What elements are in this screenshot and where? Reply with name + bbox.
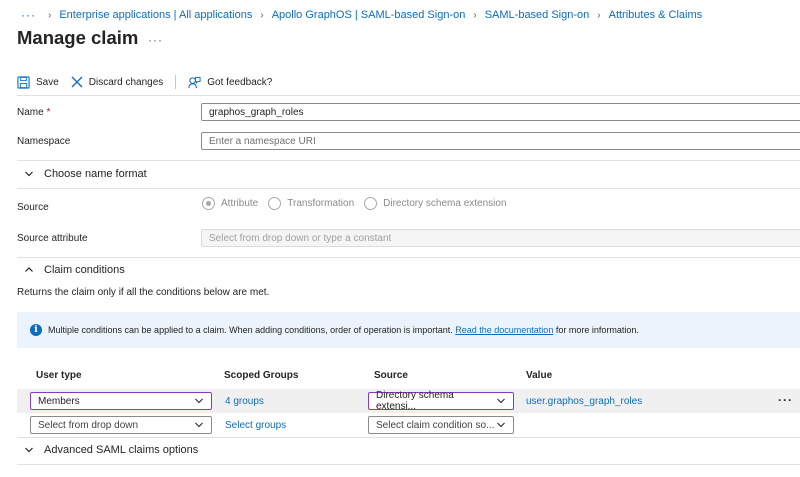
close-icon [71, 76, 83, 88]
advanced-saml-options-toggle[interactable]: Advanced SAML claims options [24, 444, 198, 456]
advanced-saml-options-label: Advanced SAML claims options [44, 444, 199, 456]
breadcrumb: ··· › Enterprise applications | All appl… [21, 8, 702, 22]
divider [17, 188, 800, 189]
source-dropdown[interactable]: Directory schema extensi... [368, 390, 514, 412]
chevron-down-icon [25, 447, 33, 453]
select-groups-link[interactable]: Select groups [225, 420, 286, 431]
chevron-right-icon: › [260, 9, 264, 21]
info-text: Multiple conditions can be applied to a … [48, 325, 453, 335]
discard-changes-label: Discard changes [88, 76, 164, 88]
more-options-icon[interactable]: ··· [148, 33, 163, 47]
divider [17, 160, 800, 161]
info-banner: i Multiple conditions can be applied to … [17, 312, 800, 348]
chevron-up-icon [25, 267, 33, 272]
divider [17, 257, 800, 258]
feedback-label: Got feedback? [207, 76, 273, 88]
command-bar: Save Discard changes Got feedback? [17, 72, 284, 92]
radio-unselected-icon [268, 197, 282, 210]
breadcrumb-item-enterprise-apps[interactable]: Enterprise applications | All applicatio… [59, 9, 252, 21]
value-link[interactable]: user.graphos_graph_roles [526, 396, 642, 407]
required-indicator: * [46, 107, 51, 118]
source-dropdown[interactable]: Select claim condition so... [368, 416, 514, 434]
source-radio-transformation[interactable]: Transformation [268, 197, 354, 210]
source-attribute-combobox[interactable]: Select from drop down or type a constant [201, 229, 800, 247]
chevron-down-icon [195, 422, 203, 428]
toolbar-divider [175, 75, 177, 89]
claim-conditions-description: Returns the claim only if all the condit… [17, 287, 270, 298]
name-input[interactable]: graphos_graph_roles [201, 103, 800, 121]
claim-conditions-label: Claim conditions [44, 264, 125, 276]
chevron-right-icon: › [48, 9, 52, 21]
info-suffix: for more information. [555, 325, 639, 335]
breadcrumb-item-saml-sign-on[interactable]: SAML-based Sign-on [485, 9, 590, 21]
divider [17, 437, 800, 438]
feedback-button[interactable]: Got feedback? [188, 76, 272, 89]
feedback-icon [188, 76, 201, 88]
discard-changes-button[interactable]: Discard changes [71, 76, 163, 88]
source-label: Source [17, 202, 49, 213]
user-type-dropdown[interactable]: Select from drop down [30, 416, 212, 434]
column-header-user-type: User type [36, 370, 82, 381]
chevron-down-icon [497, 398, 505, 404]
namespace-label: Namespace [17, 136, 71, 147]
source-attribute-label: Source attribute [17, 233, 88, 244]
name-label-text: Name [17, 107, 44, 118]
chevron-right-icon: › [597, 9, 601, 21]
column-header-scoped-groups: Scoped Groups [224, 370, 299, 381]
page-title: Manage claim [17, 27, 139, 48]
choose-name-format-label: Choose name format [44, 168, 147, 180]
user-type-placeholder: Select from drop down [38, 419, 139, 431]
save-icon [17, 75, 30, 89]
more-options-icon[interactable]: ··· [778, 393, 793, 407]
claim-conditions-toggle[interactable]: Claim conditions [24, 264, 125, 276]
radio-unselected-icon [364, 197, 378, 210]
breadcrumb-item-attributes-claims[interactable]: Attributes & Claims [609, 9, 703, 21]
namespace-input[interactable]: Enter a namespace URI [201, 132, 800, 150]
breadcrumb-overflow[interactable]: ··· [21, 8, 36, 22]
column-header-value: Value [526, 370, 553, 381]
chevron-right-icon: › [473, 9, 477, 21]
user-type-value: Members [38, 395, 80, 407]
column-header-source: Source [374, 370, 408, 381]
source-radio-directory-schema-extension[interactable]: Directory schema extension [364, 197, 507, 210]
divider [17, 464, 800, 465]
scoped-groups-link[interactable]: 4 groups [225, 396, 264, 407]
name-label: Name * [17, 107, 50, 118]
source-placeholder: Select claim condition so... [376, 419, 495, 431]
divider [17, 95, 800, 96]
save-label: Save [36, 76, 59, 88]
user-type-dropdown[interactable]: Members [30, 392, 212, 410]
radio-label: Directory schema extension [383, 198, 507, 209]
info-icon: i [30, 324, 42, 336]
choose-name-format-toggle[interactable]: Choose name format [24, 168, 147, 180]
radio-label: Transformation [287, 198, 355, 209]
save-button[interactable]: Save [17, 75, 59, 89]
breadcrumb-item-apollo-graphos[interactable]: Apollo GraphOS | SAML-based Sign-on [272, 9, 466, 21]
source-radio-attribute[interactable]: Attribute [202, 197, 258, 210]
radio-label: Attribute [221, 198, 259, 209]
chevron-down-icon [25, 171, 33, 177]
source-value: Directory schema extensi... [376, 390, 454, 412]
read-documentation-link[interactable]: Read the documentation [455, 325, 553, 335]
radio-selected-icon [202, 197, 215, 210]
source-radio-group: Attribute Transformation Directory schem… [202, 197, 517, 210]
chevron-down-icon [195, 398, 203, 404]
chevron-down-icon [497, 422, 505, 428]
